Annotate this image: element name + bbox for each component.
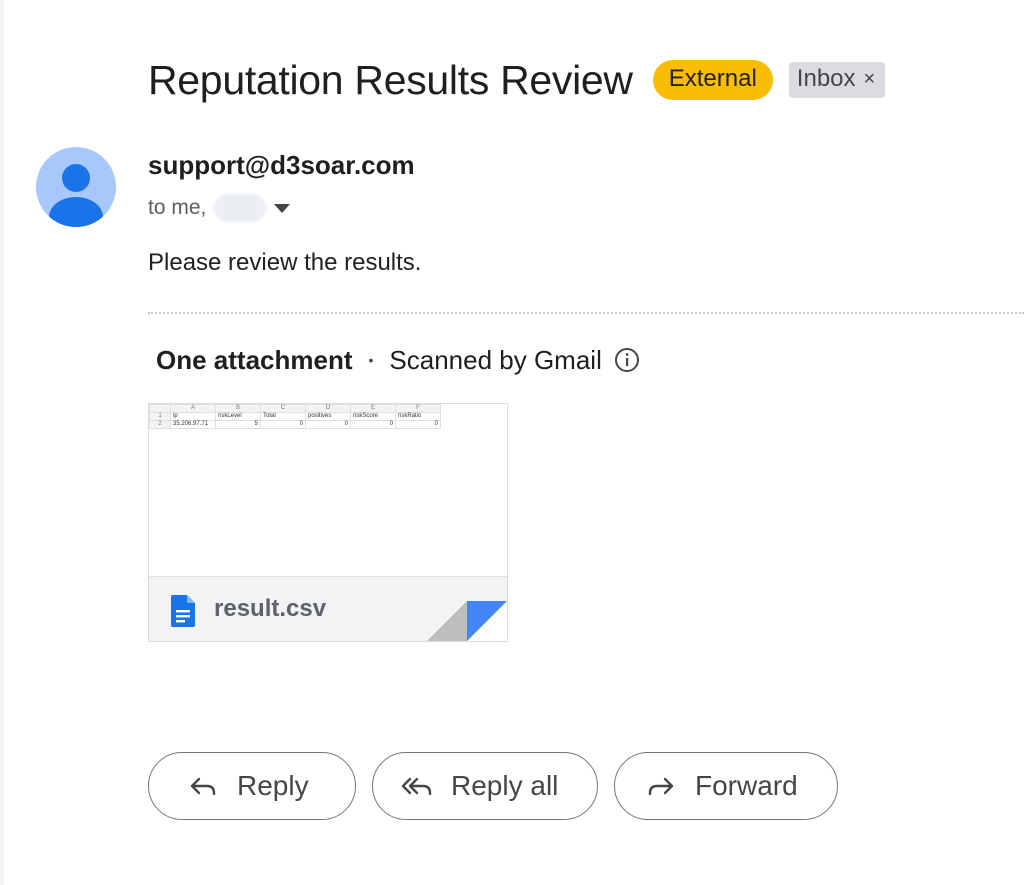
sheet-cell: 35.206.97.71 [170, 420, 216, 429]
sheet-cell: 0 [260, 420, 306, 429]
sheet-cell: ip [170, 412, 216, 421]
sheet-column-header: A [170, 404, 216, 413]
google-sheets-document-icon [171, 595, 195, 627]
redacted-recipient [214, 194, 267, 222]
reply-label: Reply [237, 770, 309, 801]
message-body: Please review the results. [148, 249, 422, 276]
spreadsheet-preview: A B C D E F 1 ip riskLevel Total positiv… [149, 404, 441, 429]
sheet-cell: 0 [350, 420, 396, 429]
label-inbox[interactable]: Inbox × [788, 62, 886, 98]
sheet-cell: riskLevel [215, 412, 261, 421]
sender-avatar[interactable] [36, 147, 116, 227]
attachments-header: One attachment • Scanned by Gmail [156, 342, 640, 378]
sheet-column-header: C [260, 404, 306, 413]
sheet-column-header: E [350, 404, 396, 413]
sheet-row: 1 ip riskLevel Total positives riskScore… [149, 412, 441, 421]
attachment-card[interactable]: A B C D E F 1 ip riskLevel Total positiv… [148, 403, 508, 642]
label-external[interactable]: External [652, 60, 773, 100]
sheet-cell: positives [305, 412, 351, 421]
reply-button[interactable]: Reply [148, 752, 356, 820]
sheet-column-header: D [305, 404, 351, 413]
scanned-by-gmail: Scanned by Gmail [389, 344, 602, 375]
sheet-cell: riskScore [350, 412, 396, 421]
sheet-row-number: 1 [149, 412, 171, 421]
subject-row: Reputation Results Review External Inbox… [148, 52, 886, 108]
email-subject: Reputation Results Review [148, 56, 633, 103]
forward-label: Forward [695, 770, 798, 801]
remove-label-icon[interactable]: × [864, 65, 876, 93]
sender-address[interactable]: support@d3soar.com [148, 150, 415, 181]
label-inbox-text: Inbox [796, 65, 856, 92]
recipients-row: to me, [148, 192, 291, 224]
reply-icon [190, 777, 216, 796]
recipients-prefix: to me, [148, 196, 207, 219]
separator-dot: • [368, 352, 374, 368]
sheet-cell: 5 [215, 420, 261, 429]
show-details-icon[interactable] [274, 203, 291, 213]
attachments-divider [148, 312, 1024, 314]
sheet-cell: 0 [395, 420, 441, 429]
reply-all-icon [401, 777, 432, 796]
sheet-cell: Total [260, 412, 306, 421]
sheet-column-header-row: A B C D E F [149, 404, 441, 413]
attachment-file-name[interactable]: result.csv [214, 595, 326, 623]
message-actions: Reply Reply all Forward [148, 752, 838, 820]
sheet-row: 2 35.206.97.71 5 0 0 0 0 [149, 420, 441, 429]
sheet-column-header: B [215, 404, 261, 413]
reply-all-label: Reply all [451, 770, 559, 801]
sheet-cell: riskRatio [395, 412, 441, 421]
person-icon [49, 164, 103, 227]
reply-all-button[interactable]: Reply all [372, 752, 598, 820]
sheet-row-number: 2 [149, 420, 171, 429]
forward-icon [648, 777, 674, 796]
sheet-column-header: F [395, 404, 441, 413]
page-fold-icon [427, 601, 507, 641]
window-edge [0, 0, 4, 885]
info-icon[interactable] [614, 347, 640, 373]
forward-button[interactable]: Forward [614, 752, 838, 820]
sheet-cell: 0 [305, 420, 351, 429]
attachments-title: One attachment [156, 344, 353, 375]
